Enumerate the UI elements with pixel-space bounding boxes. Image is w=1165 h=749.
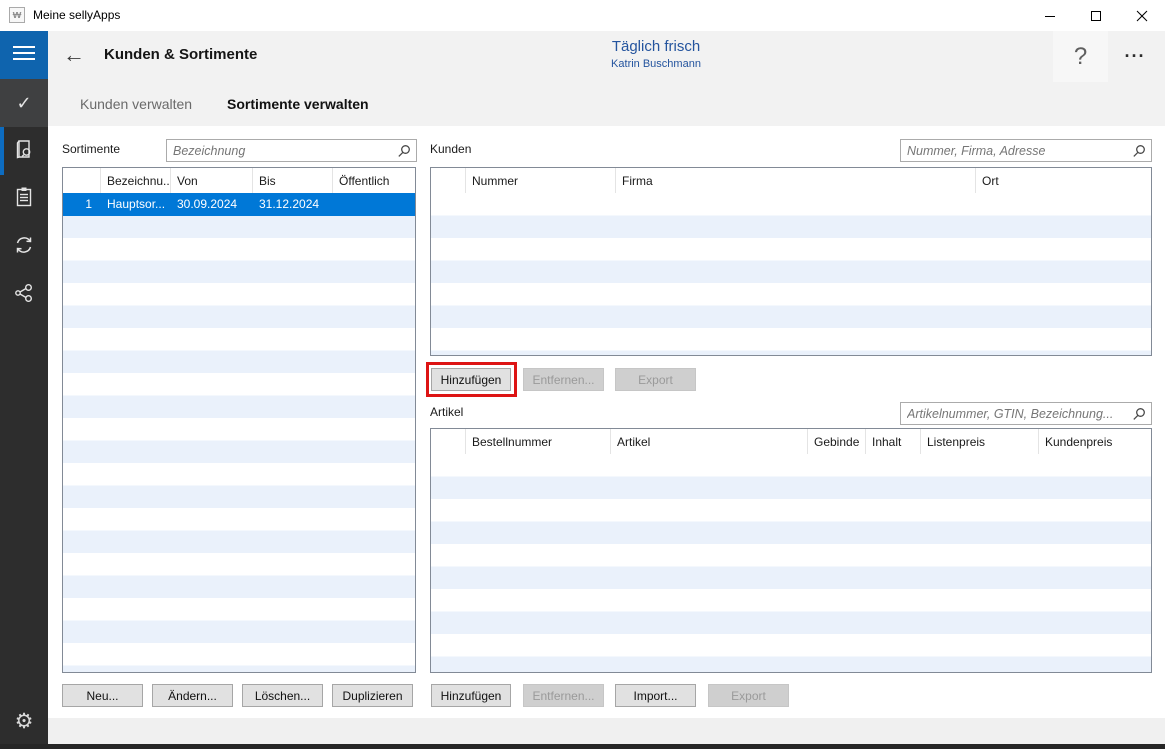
kunden-label: Kunden <box>430 142 471 156</box>
search-icon <box>1132 144 1146 163</box>
column-header-inhalt[interactable]: Inhalt <box>866 429 921 454</box>
column-header-kundenpreis[interactable]: Kundenpreis <box>1039 429 1151 454</box>
column-header-artikel[interactable]: Artikel <box>611 429 808 454</box>
kunden-hinzufuegen-button[interactable]: Hinzufügen <box>431 368 511 391</box>
cell-bis: 31.12.2024 <box>253 197 333 211</box>
sortimente-label: Sortimente <box>62 142 120 156</box>
artikel-table-body[interactable] <box>431 454 1151 672</box>
duplizieren-button[interactable]: Duplizieren <box>332 684 413 707</box>
back-arrow-icon: ← <box>63 42 85 67</box>
artikel-entfernen-button: Entfernen... <box>523 684 604 707</box>
cell-rownum: 1 <box>63 197 101 211</box>
hamburger-icon <box>13 45 35 66</box>
sidebar-item-clipboard[interactable] <box>0 175 48 223</box>
column-header-firma[interactable]: Firma <box>616 168 976 193</box>
sortimente-table: Bezeichnu... Von Bis Öffentlich 1 Haupts… <box>62 167 416 673</box>
minimize-button[interactable] <box>1027 0 1073 31</box>
account-info[interactable]: Täglich frisch Katrin Buschmann <box>611 38 701 70</box>
column-header-bezeichnung[interactable]: Bezeichnu... <box>101 168 171 193</box>
sidebar: ✓ ⚙ <box>0 79 48 744</box>
artikel-import-button[interactable]: Import... <box>615 684 696 707</box>
gear-icon: ⚙ <box>15 709 34 734</box>
more-button[interactable]: ··· <box>1112 31 1158 82</box>
kunden-search <box>900 139 1152 162</box>
column-header-gebinde[interactable]: Gebinde <box>808 429 866 454</box>
kunden-table: Nummer Firma Ort <box>430 167 1152 356</box>
cell-von: 30.09.2024 <box>171 197 253 211</box>
help-icon: ? <box>1074 43 1087 71</box>
kunden-export-button: Export <box>615 368 696 391</box>
window-title: Meine sellyApps <box>33 0 120 31</box>
back-button[interactable]: ← <box>58 40 90 72</box>
settings-button[interactable]: ⚙ <box>0 700 48 742</box>
app-logo-icon: w <box>9 7 25 23</box>
artikel-table: Bestellnummer Artikel Gebinde Inhalt Lis… <box>430 428 1152 673</box>
kunden-table-header: Nummer Firma Ort <box>431 168 1151 194</box>
artikel-search <box>900 402 1152 425</box>
column-header-listenpreis[interactable]: Listenpreis <box>921 429 1039 454</box>
sidebar-item-tasks[interactable]: ✓ <box>0 79 48 127</box>
column-header-rownum[interactable] <box>431 429 466 454</box>
sortimente-search-input[interactable] <box>167 140 416 161</box>
tab-bar <box>48 82 1165 126</box>
window-border-bottom <box>0 744 1165 749</box>
page-title: Kunden & Sortimente <box>104 46 257 63</box>
sortimente-table-body[interactable]: 1 Hauptsor... 30.09.2024 31.12.2024 <box>63 193 415 672</box>
close-icon <box>1136 10 1148 22</box>
sortimente-table-header: Bezeichnu... Von Bis Öffentlich <box>63 168 415 194</box>
tab-sortimente-verwalten[interactable]: Sortimente verwalten <box>227 82 369 126</box>
column-header-rownum[interactable] <box>431 168 466 193</box>
column-header-ort[interactable]: Ort <box>976 168 1151 193</box>
loeschen-button[interactable]: Löschen... <box>242 684 323 707</box>
more-icon: ··· <box>1125 46 1146 67</box>
close-button[interactable] <box>1119 0 1165 31</box>
sidebar-item-sync[interactable] <box>0 223 48 271</box>
table-row-selected[interactable]: 1 Hauptsor... 30.09.2024 31.12.2024 <box>63 193 415 216</box>
title-bar: w Meine sellyApps <box>0 0 1165 31</box>
column-header-oeffentlich[interactable]: Öffentlich <box>333 168 415 193</box>
artikel-hinzufuegen-button[interactable]: Hinzufügen <box>431 684 511 707</box>
aendern-button[interactable]: Ändern... <box>152 684 233 707</box>
help-button[interactable]: ? <box>1053 31 1108 82</box>
sync-icon <box>12 233 36 262</box>
column-header-nummer[interactable]: Nummer <box>466 168 616 193</box>
clipboard-icon <box>12 185 36 214</box>
cell-bezeichnung: Hauptsor... <box>101 197 171 211</box>
kunden-table-body[interactable] <box>431 193 1151 355</box>
sidebar-selection-indicator <box>0 127 4 175</box>
column-header-rownum[interactable] <box>63 168 101 193</box>
sidebar-item-kunden-sortimente[interactable] <box>0 127 48 175</box>
column-header-bis[interactable]: Bis <box>253 168 333 193</box>
minimize-icon <box>1044 10 1056 22</box>
column-header-bestellnummer[interactable]: Bestellnummer <box>466 429 611 454</box>
search-icon <box>1132 407 1146 426</box>
artikel-export-button: Export <box>708 684 789 707</box>
tab-kunden-verwalten[interactable]: Kunden verwalten <box>80 82 192 126</box>
account-name: Täglich frisch <box>611 38 701 55</box>
hamburger-button[interactable] <box>0 31 48 79</box>
catalog-search-icon <box>12 137 36 166</box>
kunden-search-input[interactable] <box>901 140 1151 161</box>
column-header-von[interactable]: Von <box>171 168 253 193</box>
search-icon <box>397 144 411 163</box>
share-icon <box>12 281 36 310</box>
artikel-search-input[interactable] <box>901 403 1151 424</box>
maximize-icon <box>1090 10 1102 22</box>
artikel-table-header: Bestellnummer Artikel Gebinde Inhalt Lis… <box>431 429 1151 455</box>
sidebar-item-share[interactable] <box>0 271 48 319</box>
maximize-button[interactable] <box>1073 0 1119 31</box>
artikel-label: Artikel <box>430 405 463 419</box>
account-user: Katrin Buschmann <box>611 58 701 70</box>
bottom-strip <box>48 718 1165 744</box>
check-icon: ✓ <box>16 93 31 114</box>
sortimente-search <box>166 139 417 162</box>
neu-button[interactable]: Neu... <box>62 684 143 707</box>
kunden-entfernen-button: Entfernen... <box>523 368 604 391</box>
